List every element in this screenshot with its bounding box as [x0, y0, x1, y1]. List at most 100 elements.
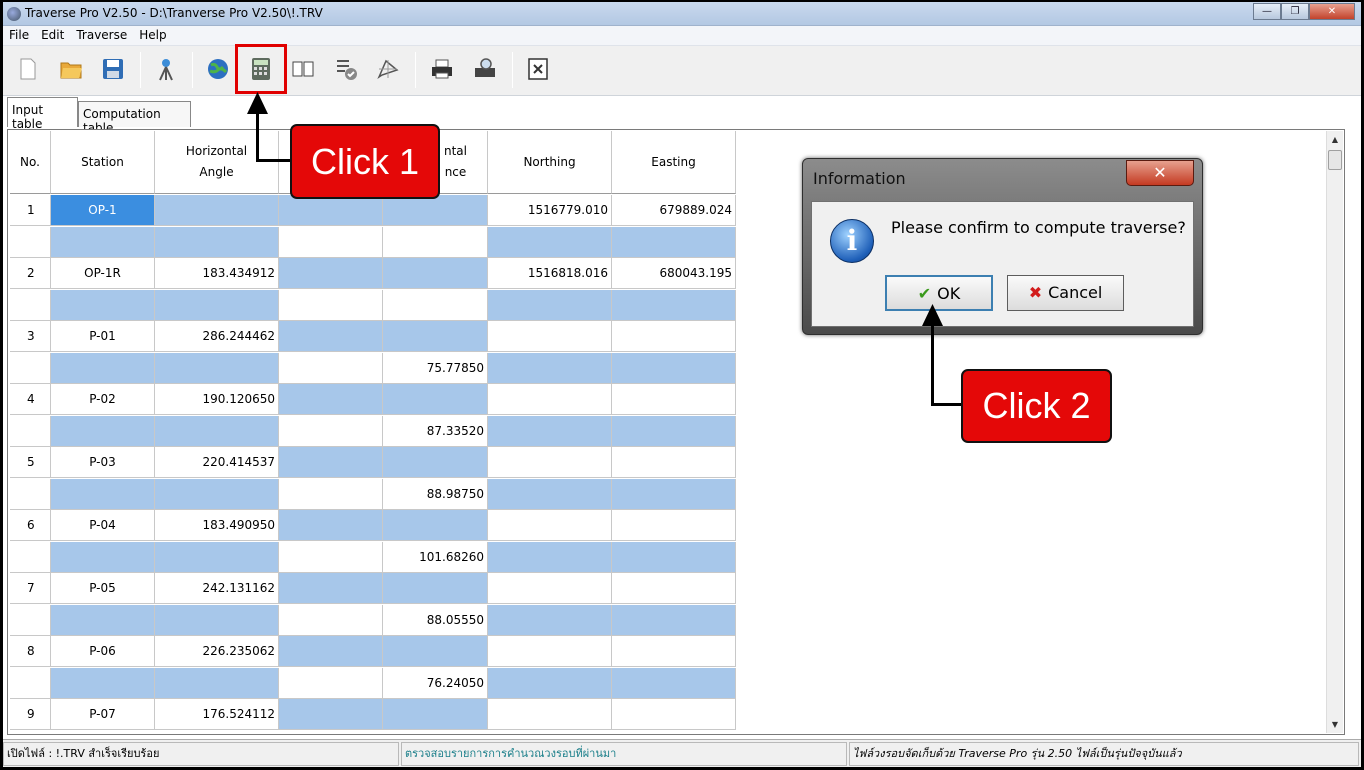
angle-cell[interactable]: 183.434912: [155, 258, 279, 289]
northing-cell[interactable]: [488, 226, 612, 258]
tab-input-table[interactable]: Input table: [7, 97, 78, 131]
distance-cell[interactable]: [383, 258, 488, 289]
status-check-history[interactable]: ตรวจสอบรายการการคำนวณวงรอบที่ผ่านมา: [401, 742, 847, 766]
station-cell[interactable]: P-05: [51, 573, 155, 604]
station-cell[interactable]: [51, 415, 155, 447]
station-cell[interactable]: P-04: [51, 510, 155, 541]
scroll-down-icon[interactable]: ▼: [1327, 716, 1343, 733]
distance-cell[interactable]: 88.05550: [383, 604, 488, 636]
new-file-button[interactable]: [11, 52, 45, 86]
northing-cell[interactable]: [488, 604, 612, 636]
station-cell[interactable]: P-02: [51, 384, 155, 415]
blank-cell[interactable]: [279, 384, 383, 415]
dialog-close-button[interactable]: ✕: [1126, 160, 1194, 186]
easting-cell[interactable]: [612, 226, 736, 258]
blank-cell[interactable]: [279, 289, 383, 321]
maximize-button[interactable]: ❐: [1281, 3, 1309, 20]
northing-cell[interactable]: [488, 321, 612, 352]
station-cell[interactable]: OP-1R: [51, 258, 155, 289]
station-cell[interactable]: [51, 604, 155, 636]
easting-cell[interactable]: [612, 384, 736, 415]
menu-edit[interactable]: Edit: [35, 26, 70, 45]
station-cell[interactable]: P-01: [51, 321, 155, 352]
northing-cell[interactable]: [488, 289, 612, 321]
station-cell[interactable]: OP-1: [51, 195, 155, 226]
angle-cell[interactable]: [155, 604, 279, 636]
angle-cell[interactable]: 190.120650: [155, 384, 279, 415]
angle-cell[interactable]: [155, 352, 279, 384]
station-cell[interactable]: [51, 478, 155, 510]
distance-cell[interactable]: [383, 510, 488, 541]
easting-cell[interactable]: 679889.024: [612, 195, 736, 226]
distance-cell[interactable]: [383, 226, 488, 258]
distance-cell[interactable]: [383, 447, 488, 478]
angle-cell[interactable]: [155, 667, 279, 699]
northing-cell[interactable]: 1516818.016: [488, 258, 612, 289]
blank-cell[interactable]: [279, 667, 383, 699]
distance-cell[interactable]: [383, 384, 488, 415]
station-cell[interactable]: [51, 541, 155, 573]
book-button[interactable]: [286, 52, 320, 86]
minimize-button[interactable]: —: [1253, 3, 1281, 20]
easting-cell[interactable]: [612, 415, 736, 447]
angle-cell[interactable]: [155, 289, 279, 321]
distance-cell[interactable]: [383, 636, 488, 667]
menu-file[interactable]: File: [3, 26, 35, 45]
angle-cell[interactable]: 286.244462: [155, 321, 279, 352]
easting-cell[interactable]: [612, 447, 736, 478]
easting-cell[interactable]: [612, 321, 736, 352]
station-cell[interactable]: P-07: [51, 699, 155, 730]
distance-cell[interactable]: 88.98750: [383, 478, 488, 510]
northing-cell[interactable]: [488, 352, 612, 384]
blank-cell[interactable]: [279, 258, 383, 289]
northing-cell[interactable]: [488, 510, 612, 541]
plot-button[interactable]: [371, 52, 405, 86]
angle-cell[interactable]: [155, 478, 279, 510]
station-cell[interactable]: P-06: [51, 636, 155, 667]
menu-traverse[interactable]: Traverse: [70, 26, 133, 45]
cancel-button[interactable]: ✖ Cancel: [1007, 275, 1124, 311]
easting-cell[interactable]: [612, 604, 736, 636]
distance-cell[interactable]: 75.77850: [383, 352, 488, 384]
vertical-scrollbar[interactable]: ▲ ▼: [1326, 131, 1343, 733]
menu-help[interactable]: Help: [133, 26, 172, 45]
angle-cell[interactable]: 176.524112: [155, 699, 279, 730]
angle-cell[interactable]: 183.490950: [155, 510, 279, 541]
northing-cell[interactable]: [488, 573, 612, 604]
blank-cell[interactable]: [279, 415, 383, 447]
angle-cell[interactable]: 226.235062: [155, 636, 279, 667]
distance-cell[interactable]: 101.68260: [383, 541, 488, 573]
station-cell[interactable]: [51, 226, 155, 258]
station-cell[interactable]: [51, 352, 155, 384]
northing-cell[interactable]: [488, 667, 612, 699]
blank-cell[interactable]: [279, 573, 383, 604]
northing-cell[interactable]: [488, 384, 612, 415]
tab-computation-table[interactable]: Computation table: [78, 101, 191, 135]
blank-cell[interactable]: [279, 541, 383, 573]
print-button[interactable]: [425, 52, 459, 86]
easting-cell[interactable]: [612, 573, 736, 604]
easting-cell[interactable]: [612, 478, 736, 510]
angle-cell[interactable]: [155, 226, 279, 258]
easting-cell[interactable]: [612, 289, 736, 321]
globe-button[interactable]: [201, 52, 235, 86]
print-preview-button[interactable]: [468, 52, 502, 86]
angle-cell[interactable]: [155, 541, 279, 573]
close-window-button[interactable]: ✕: [1309, 3, 1355, 20]
northing-cell[interactable]: [488, 447, 612, 478]
save-button[interactable]: [96, 52, 130, 86]
northing-cell[interactable]: [488, 636, 612, 667]
northing-cell[interactable]: [488, 478, 612, 510]
scroll-up-icon[interactable]: ▲: [1327, 131, 1343, 148]
easting-cell[interactable]: [612, 541, 736, 573]
blank-cell[interactable]: [279, 447, 383, 478]
easting-cell[interactable]: [612, 667, 736, 699]
blank-cell[interactable]: [279, 195, 383, 226]
blank-cell[interactable]: [279, 510, 383, 541]
northing-cell[interactable]: [488, 415, 612, 447]
blank-cell[interactable]: [279, 478, 383, 510]
northing-cell[interactable]: [488, 699, 612, 730]
blank-cell[interactable]: [279, 352, 383, 384]
distance-cell[interactable]: 76.24050: [383, 667, 488, 699]
open-button[interactable]: [54, 52, 88, 86]
